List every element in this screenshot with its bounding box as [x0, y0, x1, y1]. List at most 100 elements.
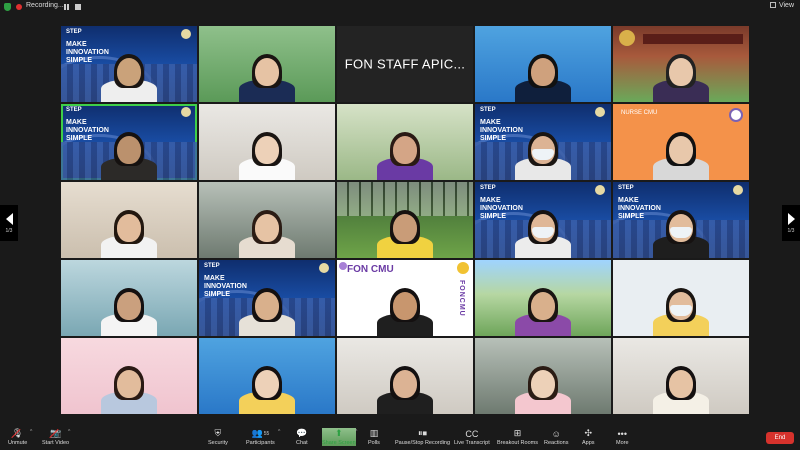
previous-page-button[interactable]: 1/3	[0, 205, 18, 241]
university-emblem-icon	[595, 107, 605, 117]
recording-dot-icon	[16, 4, 22, 10]
apps-button[interactable]: ✣ Apps	[582, 428, 595, 446]
participant-tile[interactable]	[337, 182, 473, 258]
apps-label: Apps	[582, 440, 595, 446]
recording-label: Recording...	[26, 2, 64, 9]
participant-tile[interactable]: STEP MAKE INNOVATION SIMPLE	[61, 26, 197, 102]
closed-caption-icon: CC	[465, 428, 479, 439]
end-meeting-button[interactable]: End	[766, 432, 794, 444]
more-button[interactable]: ••• More	[616, 428, 629, 447]
participant-tile[interactable]: FON STAFF APIC...	[337, 26, 473, 102]
share-screen-button[interactable]: ⬆ Share Screen	[322, 428, 356, 446]
share-options-caret-icon[interactable]: ^	[355, 429, 357, 435]
participants-button[interactable]: 👥 55 Participants	[246, 428, 275, 446]
participant-tile[interactable]	[613, 260, 749, 336]
pause-recording-icon[interactable]	[64, 4, 69, 10]
security-label: Security	[208, 440, 228, 446]
person-face	[393, 214, 417, 242]
participant-tile[interactable]	[61, 260, 197, 336]
person-face	[255, 136, 279, 164]
chat-bubble-icon: 💬	[296, 428, 308, 438]
participant-tile[interactable]: STEP MAKE INNOVATION SIMPLE	[475, 182, 611, 258]
person-face	[393, 292, 417, 320]
participant-tile[interactable]	[475, 260, 611, 336]
chat-button[interactable]: 💬 Chat	[296, 428, 308, 446]
person-face	[669, 136, 693, 164]
participant-tile[interactable]: STEP MAKE INNOVATION SIMPLE	[199, 260, 335, 336]
polls-icon: ▥	[369, 428, 379, 438]
participant-tile[interactable]	[61, 338, 197, 414]
participant-tile[interactable]	[199, 338, 335, 414]
participant-tile[interactable]: FON CMU FONCMU	[337, 260, 473, 336]
participant-tile[interactable]	[199, 104, 335, 180]
participant-tile[interactable]	[337, 104, 473, 180]
polls-label: Polls	[368, 440, 380, 446]
live-transcript-label: Live Transcript	[454, 440, 490, 446]
arrow-right-icon	[787, 212, 795, 225]
security-button[interactable]: ⛨ Security	[208, 428, 228, 446]
participant-video-person	[232, 26, 302, 102]
participant-video-person	[94, 338, 164, 414]
university-emblem-icon	[619, 30, 635, 46]
participant-tile[interactable]	[475, 338, 611, 414]
audio-options-caret-icon[interactable]: ^	[30, 429, 32, 435]
nursing-emblem-icon	[729, 108, 743, 122]
emblem-icon	[339, 262, 347, 270]
participants-caret-icon[interactable]: ^	[278, 429, 280, 435]
pause-stop-recording-button[interactable]: ⏸⏹ Pause/Stop Recording	[395, 428, 450, 446]
participant-video-person	[646, 338, 716, 414]
start-video-button[interactable]: 📷 Start Video	[42, 428, 69, 446]
participants-icon: 👥	[251, 428, 263, 438]
video-gallery: STEP MAKE INNOVATION SIMPLE FON STAFF APIC..…	[61, 26, 749, 418]
stop-recording-icon[interactable]	[75, 4, 81, 10]
participant-tile[interactable]	[199, 182, 335, 258]
share-screen-label: Share Screen	[322, 440, 356, 446]
participant-tile[interactable]	[61, 182, 197, 258]
person-face	[393, 136, 417, 164]
next-page-button[interactable]: 1/3	[782, 205, 800, 241]
recording-button-label: Pause/Stop Recording	[395, 440, 451, 446]
security-shield-icon[interactable]	[4, 3, 11, 11]
participant-tile[interactable]	[199, 26, 335, 102]
person-face	[117, 214, 141, 242]
person-face	[255, 214, 279, 242]
participant-video-person	[94, 26, 164, 102]
video-options-caret-icon[interactable]: ^	[68, 429, 70, 435]
participant-tile[interactable]: NURSE CMU	[613, 104, 749, 180]
face-mask	[532, 149, 554, 160]
participant-video-person	[94, 260, 164, 336]
person-face	[531, 58, 555, 86]
smiley-icon: ☺	[551, 428, 561, 439]
grid-icon	[769, 2, 776, 8]
participant-video-person	[370, 260, 440, 336]
university-emblem-icon	[733, 185, 743, 195]
participant-tile[interactable]	[613, 338, 749, 414]
unmute-label: Unmute	[8, 440, 28, 446]
participant-tile[interactable]	[475, 26, 611, 102]
banner-logo-text: STEP	[480, 107, 496, 113]
emblem-icon	[457, 262, 469, 274]
polls-button[interactable]: ▥ Polls	[368, 428, 380, 446]
person-face	[393, 370, 417, 398]
banner-logo-text: STEP	[618, 185, 634, 191]
shield-icon: ⛨	[214, 428, 222, 438]
participant-tile[interactable]: STEP MAKE INNOVATION SIMPLE	[61, 104, 197, 180]
reactions-button[interactable]: ☺ Reactions	[544, 428, 568, 447]
person-face	[117, 292, 141, 320]
participant-video-person	[232, 104, 302, 180]
participant-tile[interactable]: STEP MAKE INNOVATION SIMPLE	[475, 104, 611, 180]
participant-video-person	[508, 26, 578, 102]
participant-tile[interactable]: STEP MAKE INNOVATION SIMPLE	[613, 182, 749, 258]
live-transcript-button[interactable]: CC Live Transcript	[454, 428, 490, 447]
view-button[interactable]: View	[769, 2, 794, 9]
start-video-label: Start Video	[42, 440, 70, 446]
person-face	[669, 58, 693, 86]
page-indicator-right: 1/3	[787, 227, 795, 234]
participant-tile[interactable]	[337, 338, 473, 414]
breakout-rooms-button[interactable]: ⊞ Breakout Rooms	[497, 428, 538, 446]
banner-logo-text: STEP	[66, 29, 82, 35]
participant-video-person	[646, 182, 716, 258]
participant-video-person	[646, 260, 716, 336]
unmute-button[interactable]: 🎙 Unmute	[8, 428, 27, 446]
participant-tile[interactable]	[613, 26, 749, 102]
